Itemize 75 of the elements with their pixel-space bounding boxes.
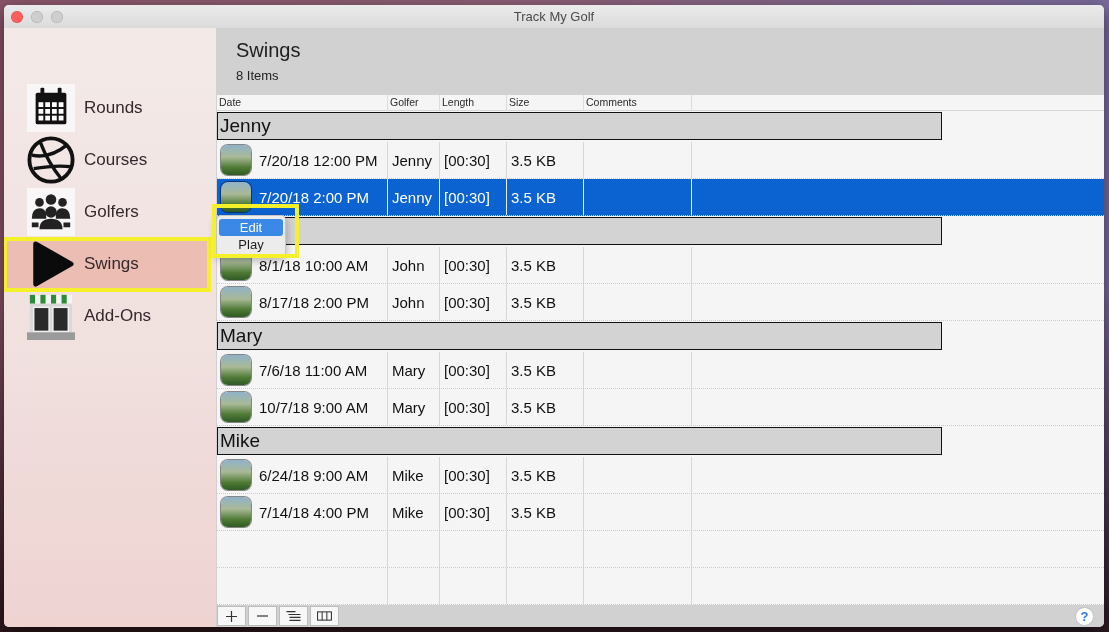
sidebar-item[interactable]: Courses [4, 136, 210, 184]
table-cell: [00:30] [444, 188, 490, 206]
sidebar-item[interactable]: Swings [4, 240, 210, 288]
column-header[interactable]: Golfer [388, 95, 440, 110]
photo-thumbnail [221, 460, 251, 490]
page-title: Swings [236, 38, 301, 62]
table-cell: 8/17/18 2:00 PM [259, 293, 370, 311]
table-cell: 3.5 KB [511, 466, 557, 484]
remove-button[interactable] [248, 606, 277, 626]
close-button[interactable] [11, 10, 23, 23]
table-row[interactable]: 7/6/18 11:00 AM Mary [00:30] 3.5 KB [217, 352, 1104, 389]
columns-button[interactable] [310, 606, 339, 626]
add-button[interactable] [217, 606, 246, 626]
table-cell: 7/6/18 11:00 AM [259, 361, 368, 379]
table-cell: 3.5 KB [511, 398, 557, 416]
table-cell: Mike [392, 503, 424, 521]
column-header[interactable]: Date [217, 95, 388, 110]
group-header: Mary [217, 322, 942, 350]
table-cell: [00:30] [444, 151, 490, 169]
photo-thumbnail [221, 497, 251, 527]
sidebar-item[interactable]: Golfers [4, 188, 210, 236]
table-cell: Jenny [392, 188, 433, 206]
table-row[interactable]: 10/7/18 9:00 AM Mary [00:30] 3.5 KB [217, 389, 1104, 426]
table-cell: 3.5 KB [511, 361, 557, 379]
people-icon [27, 188, 75, 236]
sidebar-item[interactable]: Add-Ons [4, 292, 210, 340]
storefront-icon [27, 292, 75, 340]
table-cell: 8/1/18 10:00 AM [259, 256, 369, 274]
table-cell: 3.5 KB [511, 188, 557, 206]
table-cell: 7/14/18 4:00 PM [259, 503, 370, 521]
menu-item[interactable]: Edit [219, 219, 283, 236]
photo-thumbnail [221, 392, 251, 422]
list-icon [286, 611, 301, 621]
table-cell: [00:30] [444, 398, 490, 416]
minus-icon [257, 615, 268, 617]
photo-thumbnail [221, 287, 251, 317]
table-cell: 7/20/18 12:00 PM [259, 151, 378, 169]
table-row[interactable]: 7/14/18 4:00 PM Mike [00:30] 3.5 KB [217, 494, 1104, 531]
list-view-button[interactable] [279, 606, 308, 626]
table-cell: [00:30] [444, 293, 490, 311]
table-cell: 3.5 KB [511, 256, 557, 274]
photo-thumbnail [221, 145, 251, 175]
group-header: Jenny [217, 112, 942, 140]
plus-icon [226, 610, 237, 622]
table-cell: [00:30] [444, 503, 490, 521]
table-cell: [00:30] [444, 256, 490, 274]
table-cell: Mary [392, 398, 426, 416]
table-cell: Mary [392, 361, 426, 379]
table-cell: 6/24/18 9:00 AM [259, 466, 369, 484]
window-title: Track My Golf [513, 9, 595, 24]
table-cell: 10/7/18 9:00 AM [259, 398, 369, 416]
calendar-icon [27, 84, 75, 132]
table-row[interactable]: 8/17/18 2:00 PM John [00:30] 3.5 KB [217, 284, 1104, 321]
table-cell: Jenny [392, 151, 433, 169]
table-cell: [00:30] [444, 466, 490, 484]
help-button[interactable]: ? [1075, 606, 1094, 626]
column-header[interactable]: Comments [584, 95, 692, 110]
table-row[interactable]: 6/24/18 9:00 AM Mike [00:30] 3.5 KB [217, 457, 1104, 494]
sidebar-item[interactable]: Rounds [4, 84, 210, 132]
table-cell: 3.5 KB [511, 151, 557, 169]
table-row[interactable]: 7/20/18 2:00 PM Jenny [00:30] 3.5 KB [217, 179, 1104, 216]
table-cell: Mike [392, 466, 424, 484]
item-count: 8 Items [236, 68, 279, 84]
photo-thumbnail [221, 355, 251, 385]
table-cell: 3.5 KB [511, 293, 557, 311]
table-cell: 3.5 KB [511, 503, 557, 521]
globe-icon [27, 136, 75, 184]
column-header[interactable]: Length [440, 95, 507, 110]
table-cell: [00:30] [444, 361, 490, 379]
columns-icon [317, 611, 332, 621]
table-cell: 7/20/18 2:00 PM [259, 188, 370, 206]
table-cell: John [392, 293, 425, 311]
table-cell: John [392, 256, 425, 274]
group-header: Mike [217, 427, 942, 455]
column-header[interactable]: Size [507, 95, 584, 110]
